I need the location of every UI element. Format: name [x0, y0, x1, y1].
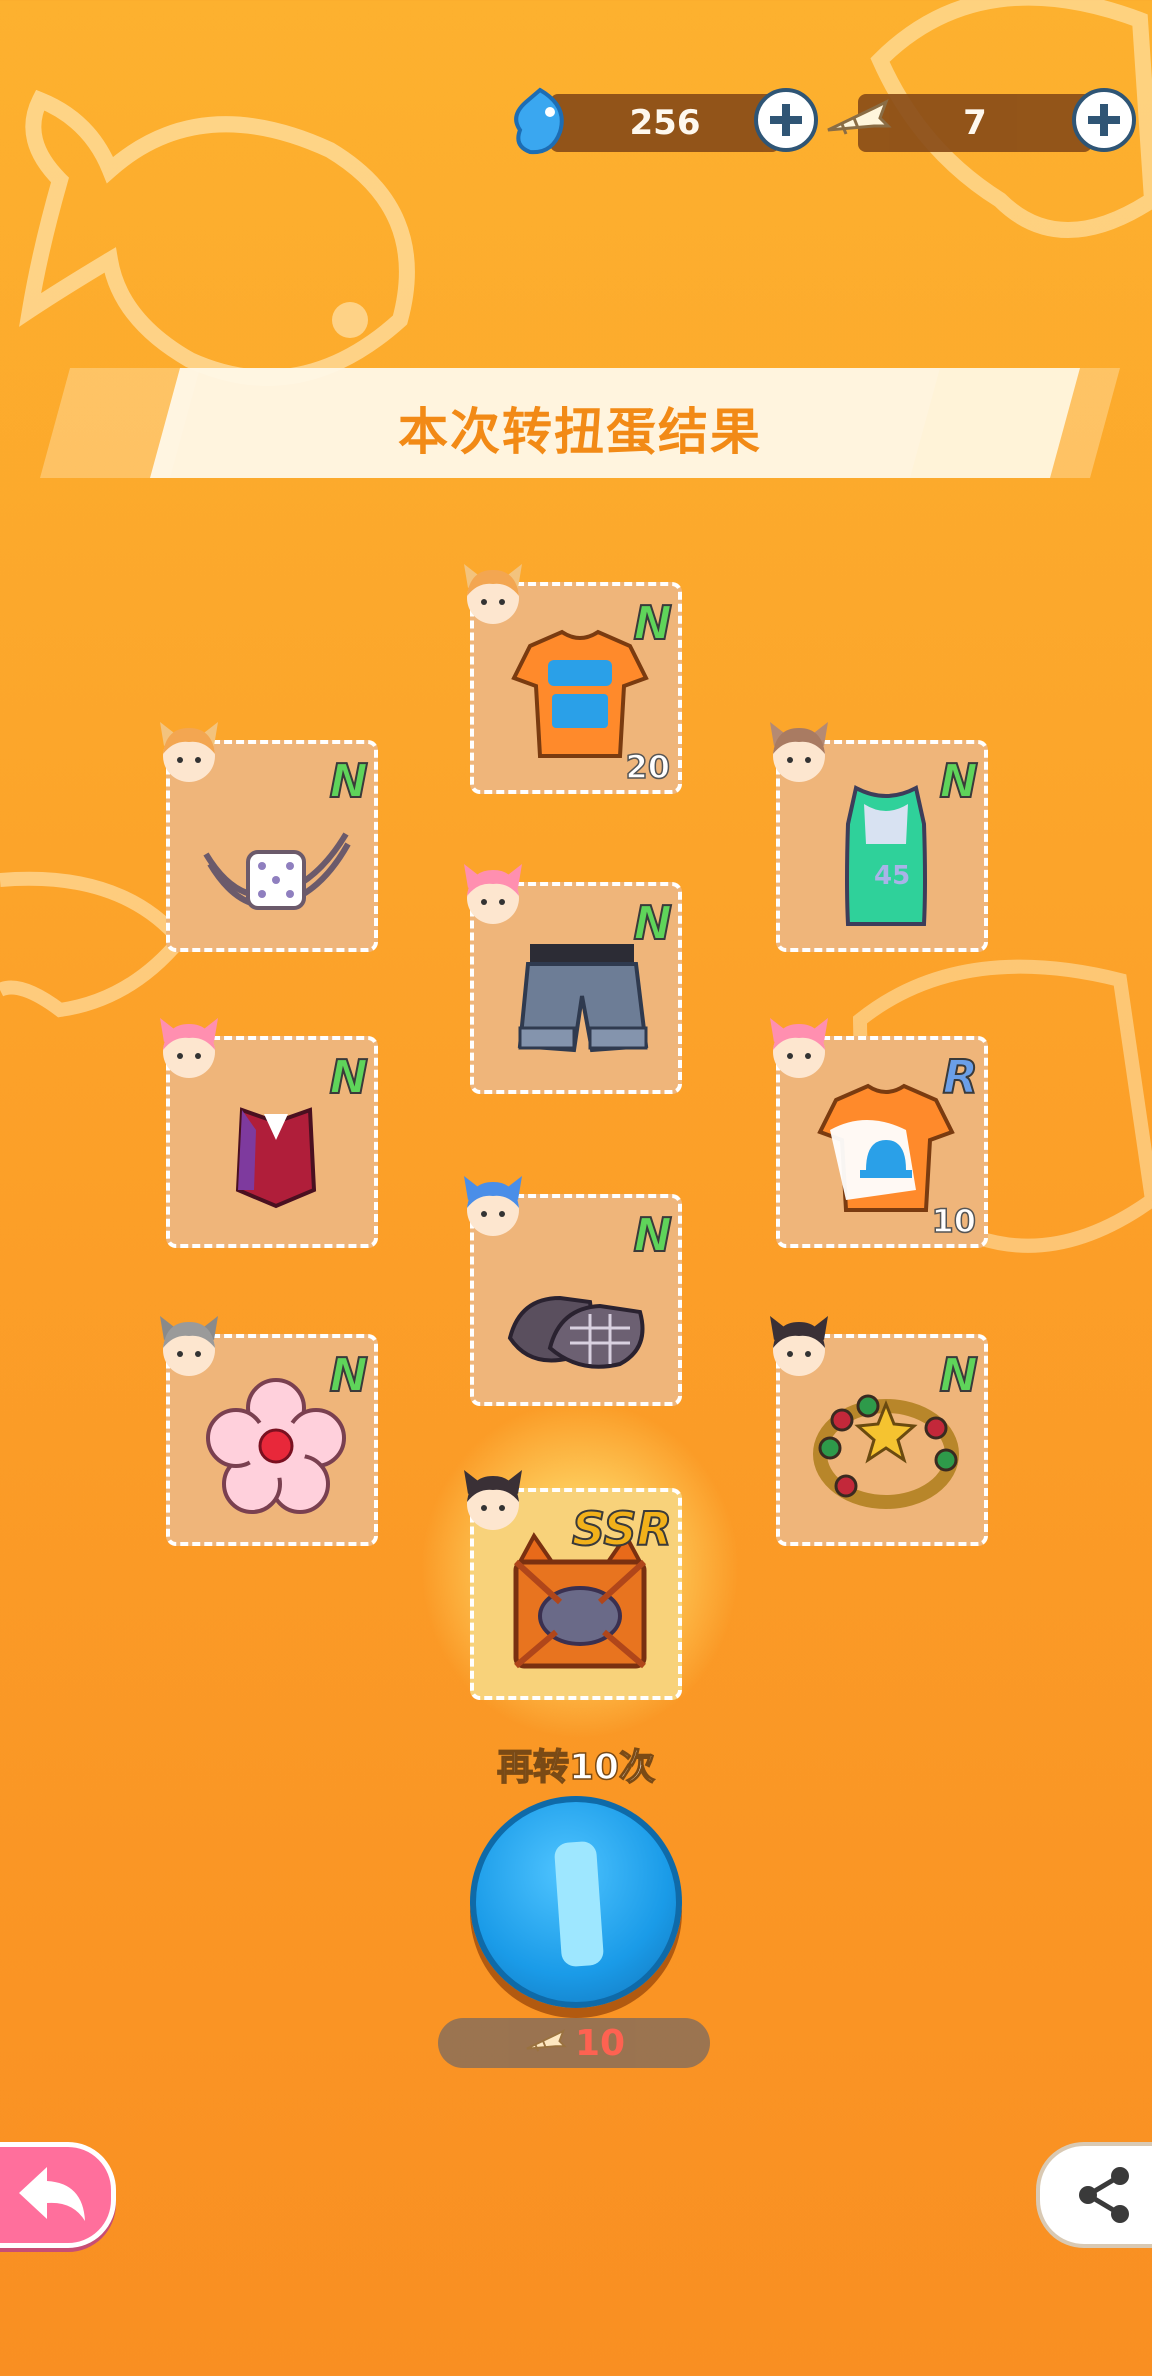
rarity-badge: N	[329, 1049, 369, 1105]
rarity-badge: N	[329, 753, 369, 809]
item-card[interactable]: N	[464, 864, 682, 1094]
item-card[interactable]: SSR	[464, 1470, 682, 1700]
gem-currency-bar: 256	[510, 87, 820, 155]
fishbone-ticket-icon	[526, 2029, 567, 2052]
item-count: 20	[625, 747, 671, 787]
result-title-banner: 本次转扭蛋结果	[40, 368, 1120, 478]
blue-fish-gem-icon	[514, 87, 564, 155]
share-icon	[1079, 2167, 1129, 2223]
add-fishbone-button[interactable]	[1072, 88, 1136, 152]
rarity-badge: N	[633, 1207, 673, 1263]
spin-cost: 10	[438, 2018, 710, 2068]
rarity-badge: SSR	[571, 1501, 673, 1557]
share-button[interactable]	[1036, 2142, 1152, 2248]
item-card[interactable]: N	[770, 1316, 988, 1546]
rarity-badge: N	[939, 753, 979, 809]
fishbone-ticket-icon	[827, 98, 892, 135]
spin-handle-icon	[553, 1840, 605, 1968]
item-card[interactable]: N	[160, 1018, 378, 1248]
spin-again-button[interactable]	[470, 1796, 682, 2008]
rarity-badge: N	[633, 895, 673, 951]
item-card[interactable]: R 10	[770, 1018, 988, 1248]
back-button[interactable]	[0, 2142, 116, 2248]
gem-currency-value: 256	[550, 94, 780, 152]
rarity-badge: N	[633, 595, 673, 651]
rarity-badge: N	[939, 1347, 979, 1403]
item-card[interactable]: N 20	[464, 564, 682, 794]
item-card[interactable]: N	[160, 1316, 378, 1546]
fishbone-currency-bar: 7	[822, 88, 1138, 152]
item-card[interactable]: 45 N	[770, 722, 988, 952]
item-card[interactable]: N	[160, 722, 378, 952]
spin-cost-value: 10	[574, 2022, 626, 2064]
svg-text:45: 45	[874, 861, 910, 891]
fishbone-currency-value: 7	[858, 94, 1092, 152]
retry-label: 再转10次	[496, 1746, 656, 1789]
plus-icon	[770, 104, 802, 136]
rarity-badge: N	[329, 1347, 369, 1403]
back-arrow-icon	[19, 2167, 85, 2221]
item-count: 10	[931, 1201, 977, 1241]
rarity-badge: R	[942, 1049, 979, 1105]
add-gem-button[interactable]	[754, 88, 818, 152]
item-card[interactable]: N	[464, 1176, 682, 1406]
plus-icon	[1088, 104, 1120, 136]
page-title: 本次转扭蛋结果	[398, 403, 762, 461]
